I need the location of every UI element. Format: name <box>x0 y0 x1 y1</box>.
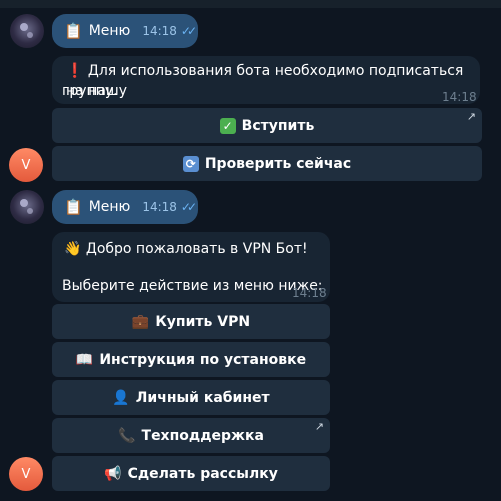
top-bar <box>0 0 501 8</box>
button-label: Проверить сейчас <box>204 155 352 172</box>
bot-avatar[interactable]: V <box>9 457 43 491</box>
megaphone-icon: 📢 <box>104 465 122 482</box>
message-text: Меню <box>88 199 131 215</box>
bot-avatar[interactable]: V <box>9 148 43 182</box>
personal-account-button[interactable]: 👤 Личный кабинет <box>52 380 330 415</box>
incoming-message: 👋 Добро пожаловать в VPN Бот! Выберите д… <box>52 232 330 302</box>
message-time: 14:18 <box>142 24 177 38</box>
external-link-icon: ↗ <box>466 110 476 123</box>
outgoing-message[interactable]: 📋 Меню 14:18 ✓✓ <box>52 14 198 48</box>
outgoing-message[interactable]: 📋 Меню 14:18 ✓✓ <box>52 190 198 224</box>
message-text-line2: Выберите действие из меню ниже: <box>62 278 323 294</box>
user-avatar[interactable] <box>10 190 44 224</box>
phone-icon: 📞 <box>118 427 136 444</box>
button-label: Купить VPN <box>155 313 251 330</box>
message-text-line2: группу. <box>62 83 118 99</box>
message-text: Меню <box>88 23 131 39</box>
message-time: 14:18 <box>442 90 477 104</box>
message-text-line1: Для использования бота необходимо подпис… <box>66 63 464 99</box>
button-label: Личный кабинет <box>135 389 270 406</box>
double-check-icon: ✓✓ <box>180 200 197 214</box>
user-icon: 👤 <box>112 389 130 406</box>
incoming-message: ❗ Для использования бота необходимо подп… <box>52 56 480 104</box>
clipboard-icon: 📋 <box>64 198 83 216</box>
message-time: 14:18 <box>292 286 327 300</box>
button-label: Техподдержка <box>141 427 264 444</box>
wave-icon: 👋 <box>64 241 82 257</box>
refresh-icon: ⟳ <box>182 155 199 172</box>
button-label: Вступить <box>241 117 315 134</box>
message-text-line1: Добро пожаловать в VPN Бот! <box>85 241 308 257</box>
buy-vpn-button[interactable]: 💼 Купить VPN <box>52 304 330 339</box>
book-icon: 📖 <box>75 351 94 368</box>
double-check-icon: ✓✓ <box>180 24 197 38</box>
check-now-button[interactable]: ⟳ Проверить сейчас <box>52 146 482 181</box>
install-guide-button[interactable]: 📖 Инструкция по установке <box>52 342 330 377</box>
check-icon: ✓ <box>219 117 236 134</box>
button-label: Инструкция по установке <box>99 351 307 368</box>
user-avatar[interactable] <box>10 14 44 48</box>
message-time: 14:18 <box>142 200 177 214</box>
support-button[interactable]: 📞 Техподдержка ↗ <box>52 418 330 453</box>
send-broadcast-button[interactable]: 📢 Сделать рассылку <box>52 456 330 491</box>
clipboard-icon: 📋 <box>64 22 83 40</box>
button-label: Сделать рассылку <box>127 465 278 482</box>
briefcase-icon: 💼 <box>131 313 150 330</box>
external-link-icon: ↗ <box>314 420 324 433</box>
exclamation-icon: ❗ <box>66 63 84 79</box>
join-button[interactable]: ✓ Вступить ↗ <box>52 108 482 143</box>
